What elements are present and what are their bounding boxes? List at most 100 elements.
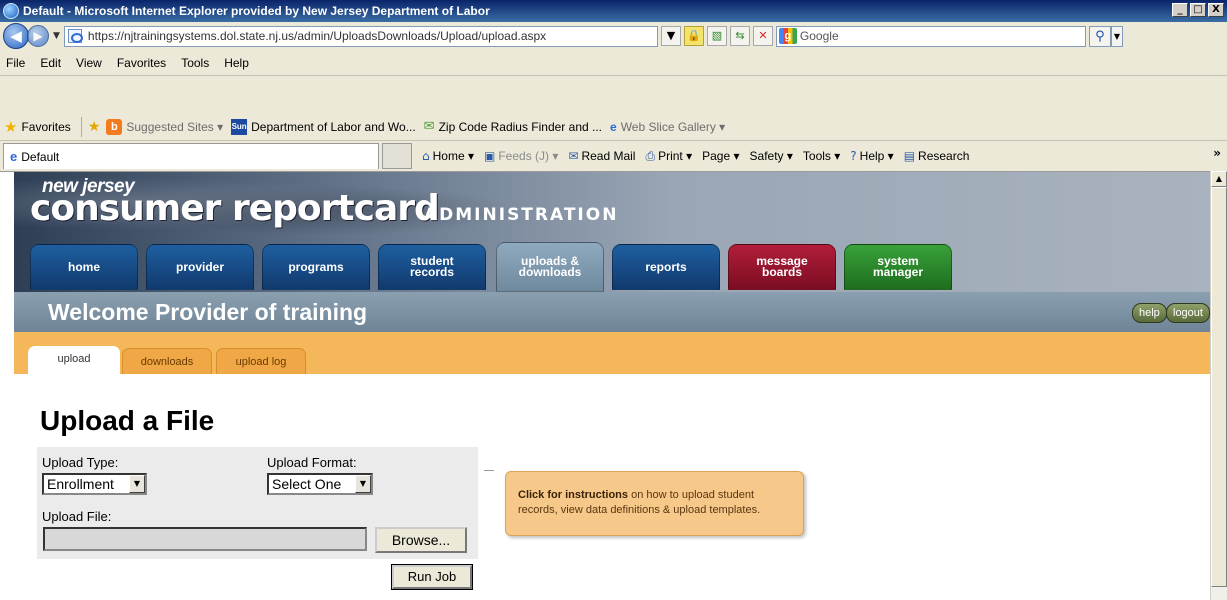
nav-label: programs <box>288 259 344 274</box>
search-placeholder: Google <box>799 29 839 43</box>
upload-file-input[interactable] <box>43 527 367 551</box>
google-icon: g <box>778 28 797 44</box>
run-job-button[interactable]: Run Job <box>391 564 473 590</box>
menu-file[interactable]: File <box>6 56 25 70</box>
menu-bar: File Edit View Favorites Tools Help <box>0 50 1227 76</box>
instructions-bold: Click for instructions <box>518 489 629 501</box>
fav-suggested-sites[interactable]: Suggested Sites ▾ <box>126 120 223 134</box>
divider <box>484 470 494 471</box>
subtab-downloads[interactable]: downloads <box>122 348 212 374</box>
tab-ie-icon: e <box>10 149 18 164</box>
close-button[interactable]: X <box>1208 3 1224 17</box>
ie-icon <box>3 3 19 19</box>
address-tools: ▼ 🔒 ▧ ⇆ ✕ <box>660 26 773 46</box>
nav-tab-student-records[interactable]: student records <box>378 244 486 290</box>
cmd-tools[interactable]: Tools ▾ <box>803 149 840 163</box>
cmd-page[interactable]: Page ▾ <box>702 149 739 163</box>
suggested-sites-icon: b <box>106 118 123 135</box>
vertical-scrollbar[interactable]: ▲ <box>1210 171 1227 600</box>
nav-label: downloads <box>518 265 582 279</box>
menu-tools[interactable]: Tools <box>181 56 209 70</box>
back-icon[interactable]: ◀ <box>3 23 29 49</box>
nav-tab-provider[interactable]: provider <box>146 244 254 290</box>
upload-type-select[interactable]: Enrollment ▼ <box>42 473 147 495</box>
help-icon: ? <box>850 149 857 163</box>
fav-zip-code-radius[interactable]: Zip Code Radius Finder and ... <box>439 120 602 134</box>
more-commands-icon[interactable]: » <box>1213 146 1221 160</box>
cmd-help[interactable]: Help ▾ <box>860 149 894 163</box>
url-dropdown-icon[interactable]: ▼ <box>660 26 681 46</box>
search-input[interactable]: g Google <box>775 25 1086 47</box>
chevron-down-icon: ▼ <box>355 475 371 493</box>
site-header: new jersey consumer reportcard ADMINISTR… <box>14 172 1210 292</box>
scroll-thumb[interactable] <box>1211 187 1227 587</box>
upload-type-label: Upload Type: <box>42 455 119 470</box>
nav-label: boards <box>761 265 802 279</box>
logout-button[interactable]: logout <box>1166 303 1210 323</box>
research-icon: ▤ <box>903 149 916 163</box>
sub-navigation: upload downloads upload log <box>14 332 1210 374</box>
cmd-research[interactable]: Research <box>918 149 969 163</box>
lock-icon[interactable]: 🔒 <box>683 26 704 46</box>
subtab-upload[interactable]: upload <box>28 346 120 374</box>
chevron-down-icon: ▼ <box>129 475 145 493</box>
cmd-print[interactable]: Print ▾ <box>658 149 692 163</box>
browse-button[interactable]: Browse... <box>375 527 467 553</box>
upload-form: Upload Type: Enrollment ▼ Upload Format:… <box>37 447 478 559</box>
favorites-separator <box>80 116 82 137</box>
nav-tab-uploads-downloads[interactable]: uploads & downloads <box>496 242 604 292</box>
menu-help[interactable]: Help <box>224 56 249 70</box>
menu-edit[interactable]: Edit <box>40 56 61 70</box>
mail-icon: ✉ <box>568 149 579 163</box>
forward-icon[interactable]: ▶ <box>27 25 49 47</box>
tab-title: Default <box>21 149 60 164</box>
help-button[interactable]: help <box>1132 303 1167 323</box>
main-content: Upload a File Upload Type: Enrollment ▼ … <box>14 374 1210 600</box>
menu-view[interactable]: View <box>76 56 102 70</box>
url-input[interactable]: https://njtrainingsystems.dol.state.nj.u… <box>63 25 658 47</box>
nav-tab-message-boards[interactable]: message boards <box>728 244 836 290</box>
brand-title: consumer reportcard <box>30 188 440 229</box>
nav-label: reports <box>645 259 687 274</box>
sun-icon: Sun <box>231 118 248 135</box>
scroll-up-icon[interactable]: ▲ <box>1211 171 1227 187</box>
nav-tab-home[interactable]: home <box>30 244 138 290</box>
upload-format-label: Upload Format: <box>267 455 357 470</box>
instructions-link[interactable]: Click for instructions on how to upload … <box>505 471 804 536</box>
minimize-button[interactable]: _ <box>1172 3 1188 17</box>
nav-tab-programs[interactable]: programs <box>262 244 370 290</box>
favorites-bar: ★ Favorites ★ b Suggested Sites ▾ Sun De… <box>0 113 1227 141</box>
search-icon[interactable]: ⚲ <box>1088 25 1111 47</box>
zip-code-icon: ✉ <box>423 119 435 134</box>
nav-label: provider <box>175 259 224 274</box>
nav-tab-system-manager[interactable]: system manager <box>844 244 952 290</box>
page-title: Upload a File <box>40 405 215 436</box>
cmd-feeds[interactable]: Feeds (J) ▾ <box>498 149 558 163</box>
cmd-safety[interactable]: Safety ▾ <box>750 149 793 163</box>
window-title: Default - Microsoft Internet Explorer pr… <box>23 4 490 18</box>
upload-format-select[interactable]: Select One ▼ <box>267 473 373 495</box>
history-dropdown-icon[interactable]: ▼ <box>53 31 60 41</box>
home-icon: ⌂ <box>422 149 430 163</box>
fav-department-of-labor[interactable]: Department of Labor and Wo... <box>251 120 416 134</box>
favorites-button[interactable]: Favorites <box>21 120 70 134</box>
search-options-icon[interactable]: ▼ <box>1110 25 1123 47</box>
brand-admin: ADMINISTRATION <box>424 205 619 225</box>
stop-icon[interactable]: ✕ <box>752 26 773 46</box>
new-tab-button[interactable] <box>382 143 412 169</box>
subtab-upload-log[interactable]: upload log <box>216 348 306 374</box>
add-favorite-icon[interactable]: ★ <box>88 119 101 135</box>
page-icon <box>67 29 83 43</box>
cmd-read-mail[interactable]: Read Mail <box>581 149 635 163</box>
cmd-home[interactable]: Home ▾ <box>433 149 474 163</box>
compatibility-view-icon[interactable]: ▧ <box>706 26 727 46</box>
url-text: https://njtrainingsystems.dol.state.nj.u… <box>87 29 547 43</box>
menu-favorites[interactable]: Favorites <box>117 56 166 70</box>
browser-tab[interactable]: e Default <box>3 143 379 169</box>
nav-tab-reports[interactable]: reports <box>612 244 720 290</box>
fav-web-slice-gallery[interactable]: Web Slice Gallery ▾ <box>621 120 726 134</box>
maximize-button[interactable]: □ <box>1190 3 1206 17</box>
favorites-star-icon[interactable]: ★ <box>4 118 17 136</box>
refresh-icon[interactable]: ⇆ <box>729 26 750 46</box>
feeds-icon: ▣ <box>484 149 496 163</box>
